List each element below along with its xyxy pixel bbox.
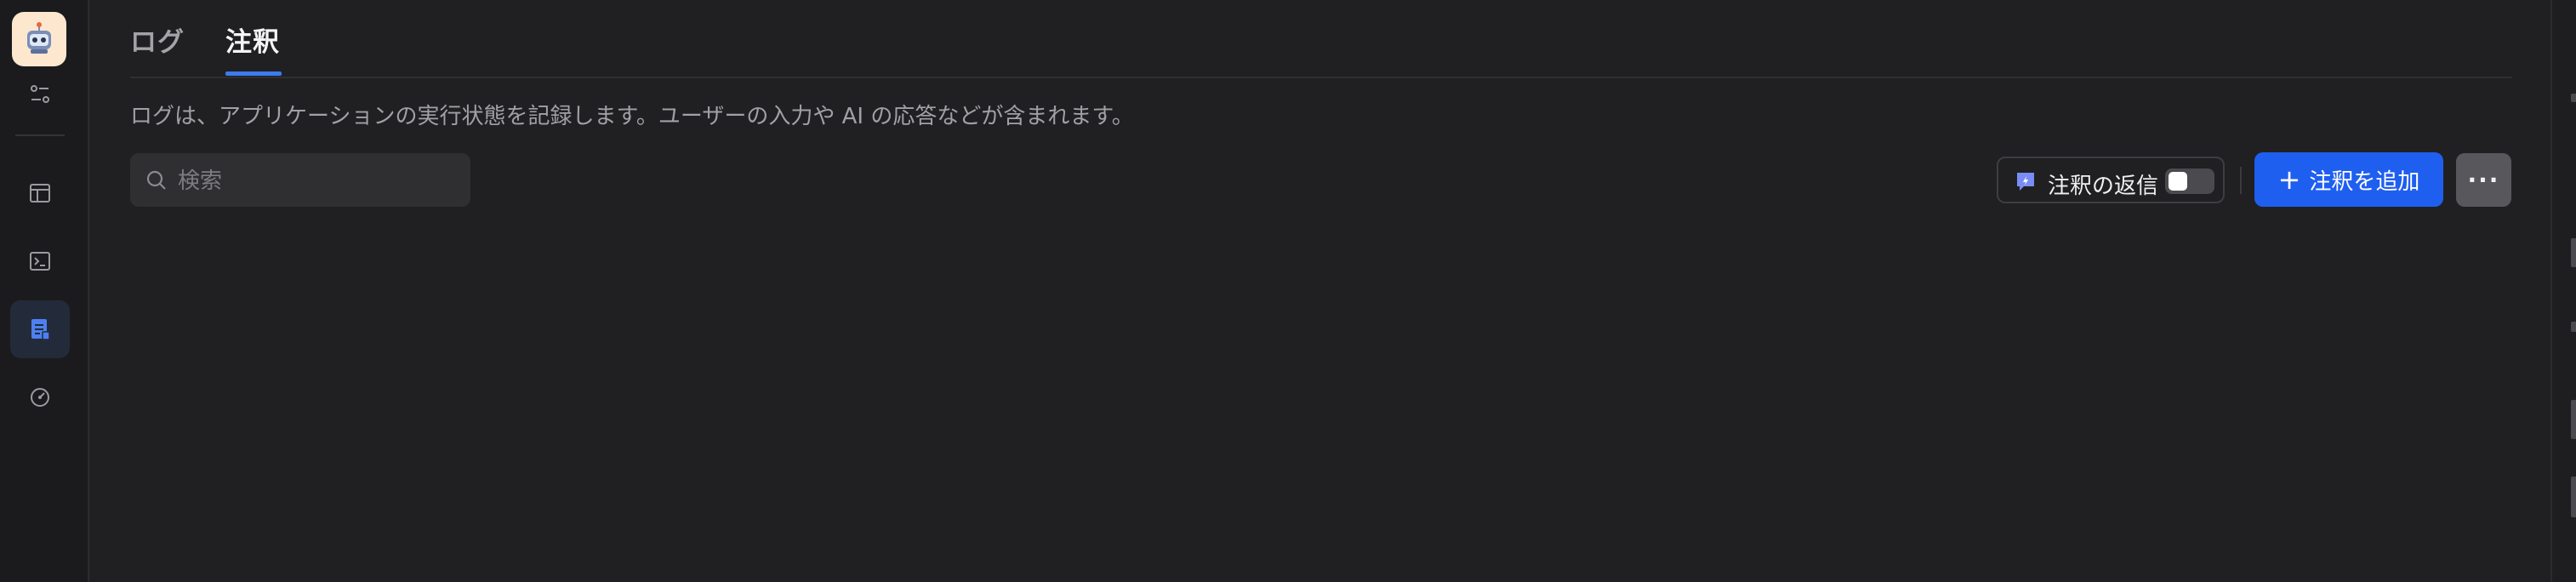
robot-avatar-icon bbox=[27, 22, 51, 54]
more-dots-icon: ··· bbox=[2467, 166, 2500, 194]
search-box[interactable] bbox=[130, 153, 470, 208]
right-panel-edge bbox=[2550, 0, 2576, 582]
main-content: ログ 注釈 ログは、アプリケーションの実行状態を記録します。ユーザーの入力や A… bbox=[89, 0, 2576, 582]
toggle-knob bbox=[2169, 172, 2187, 191]
edge-mark bbox=[2571, 400, 2576, 439]
active-tab-indicator bbox=[225, 71, 282, 76]
tab-annotations[interactable]: 注釈 bbox=[225, 20, 280, 59]
gauge-icon bbox=[31, 388, 49, 407]
edge-mark bbox=[2571, 94, 2576, 102]
toolbar-divider bbox=[2240, 167, 2242, 194]
page-description: ログは、アプリケーションの実行状態を記録します。ユーザーの入力や AI の応答な… bbox=[130, 104, 1134, 129]
edge-mark bbox=[2571, 476, 2576, 517]
plus-icon: + bbox=[2277, 163, 2301, 196]
app-avatar-icon[interactable] bbox=[12, 12, 66, 66]
browser-window-icon bbox=[30, 184, 50, 203]
document-icon bbox=[31, 319, 50, 340]
add-annotation-label: 注釈を追加 bbox=[2309, 168, 2420, 195]
annotation-reply-control: 注釈の返信 bbox=[1997, 157, 2225, 203]
sidebar-item-logs[interactable] bbox=[10, 300, 70, 358]
annotation-reply-icon bbox=[2017, 173, 2034, 191]
tab-bar: ログ 注釈 bbox=[130, 0, 2512, 78]
edge-mark bbox=[2571, 238, 2576, 267]
edge-mark bbox=[2571, 322, 2576, 332]
more-options-button[interactable]: ··· bbox=[2456, 153, 2511, 207]
sidebar-divider bbox=[15, 134, 65, 136]
tab-logs[interactable]: ログ bbox=[130, 20, 185, 59]
search-icon bbox=[146, 170, 166, 190]
search-input[interactable] bbox=[176, 153, 460, 208]
terminal-icon bbox=[30, 252, 50, 271]
sidebar-item-api[interactable] bbox=[10, 232, 70, 290]
annotation-reply-toggle[interactable] bbox=[2165, 168, 2214, 194]
sidebar bbox=[0, 0, 89, 582]
add-annotation-button[interactable]: + 注釈を追加 bbox=[2254, 152, 2443, 207]
annotation-reply-label: 注釈の返信 bbox=[2048, 174, 2159, 199]
settings-sliders-icon bbox=[31, 85, 49, 103]
sidebar-item-settings[interactable] bbox=[10, 66, 70, 123]
sidebar-item-overview[interactable] bbox=[10, 164, 70, 222]
sidebar-item-monitoring[interactable] bbox=[10, 368, 70, 426]
